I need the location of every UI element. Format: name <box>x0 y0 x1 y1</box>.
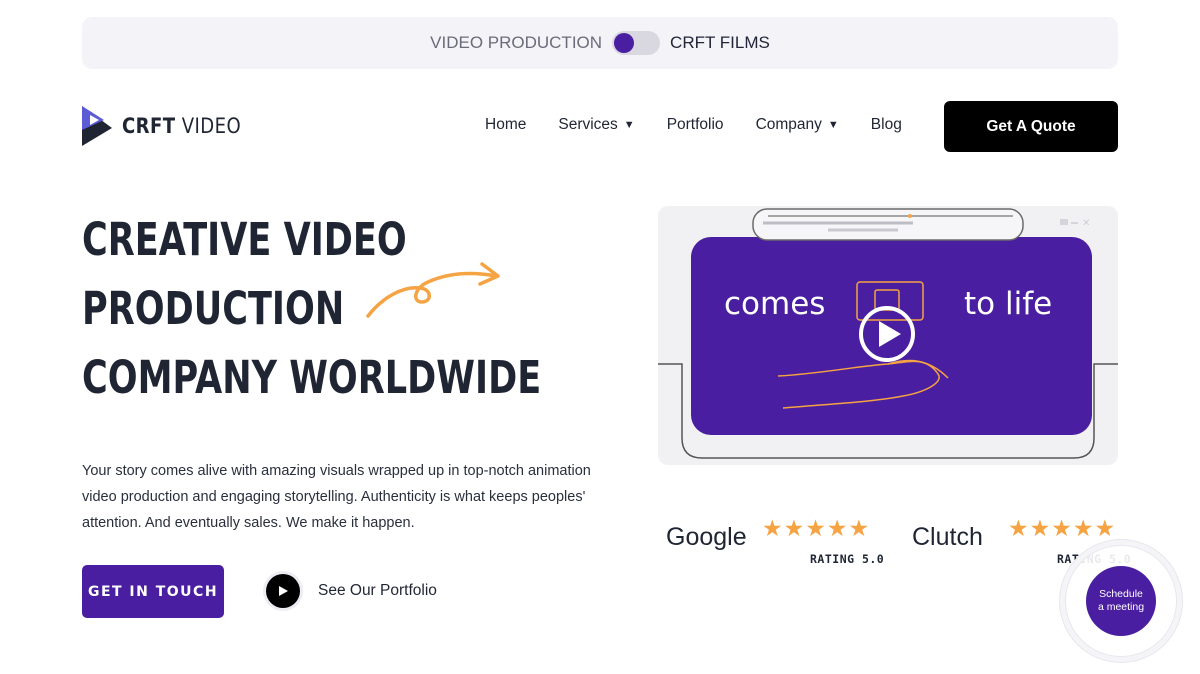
clutch-logo: Clutch <box>912 523 983 551</box>
toggle-knob <box>614 33 635 53</box>
schedule-meeting-badge: Schedule a meeting <box>1086 566 1156 636</box>
decorative-arrow-icon <box>366 262 500 318</box>
get-a-quote-button[interactable]: Get A Quote <box>944 101 1118 152</box>
video-text-left: comes <box>724 286 826 322</box>
play-icon <box>266 574 300 608</box>
site-toggle[interactable] <box>612 31 661 55</box>
caret-down-icon: ▼ <box>827 119 839 131</box>
hero-title-line: COMPANY WORLDWIDE <box>82 351 542 404</box>
hero-description: Your story comes alive with amazing visu… <box>82 462 591 531</box>
nav-services[interactable]: Services ▼ <box>558 116 634 134</box>
video-thumbnail: ✕ <box>658 208 1118 459</box>
nav-company[interactable]: Company ▼ <box>756 116 839 134</box>
main-nav: Home Services ▼ Portfolio Company ▼ Blog <box>485 116 902 134</box>
caret-down-icon: ▼ <box>623 119 635 131</box>
site-switcher: VIDEO PRODUCTION CRFT FILMS <box>82 17 1118 69</box>
site-logo[interactable]: CRFT VIDEO <box>80 106 260 146</box>
nav-blog[interactable]: Blog <box>871 116 902 134</box>
schedule-meeting-button[interactable]: Schedule a meeting <box>1066 546 1176 656</box>
google-logo: Google <box>666 523 747 551</box>
video-text-right: to life <box>964 286 1053 322</box>
logo-wordmark: CRFT VIDEO <box>122 114 242 138</box>
ratings: Google ★★★★★ RATING 5.0 Clutch ★★★★★ RAT… <box>664 515 1131 577</box>
switch-label-video-production[interactable]: VIDEO PRODUCTION <box>430 33 602 53</box>
rating-label: RATING 5.0 <box>810 552 885 566</box>
star-rating: ★★★★★ <box>762 515 871 541</box>
nav-portfolio[interactable]: Portfolio <box>667 116 724 134</box>
star-rating: ★★★★★ <box>1008 515 1117 541</box>
svg-text:✕: ✕ <box>1082 218 1090 229</box>
switch-label-crft-films[interactable]: CRFT FILMS <box>670 33 770 53</box>
hero-video[interactable]: ✕ comes to life <box>658 206 1118 465</box>
see-portfolio-label: See Our Portfolio <box>318 582 437 599</box>
see-portfolio-link[interactable]: See Our Portfolio <box>266 574 437 608</box>
logo-play-icon <box>82 106 112 146</box>
nav-home[interactable]: Home <box>485 116 526 134</box>
get-in-touch-button[interactable]: GET IN TOUCH <box>82 565 224 618</box>
